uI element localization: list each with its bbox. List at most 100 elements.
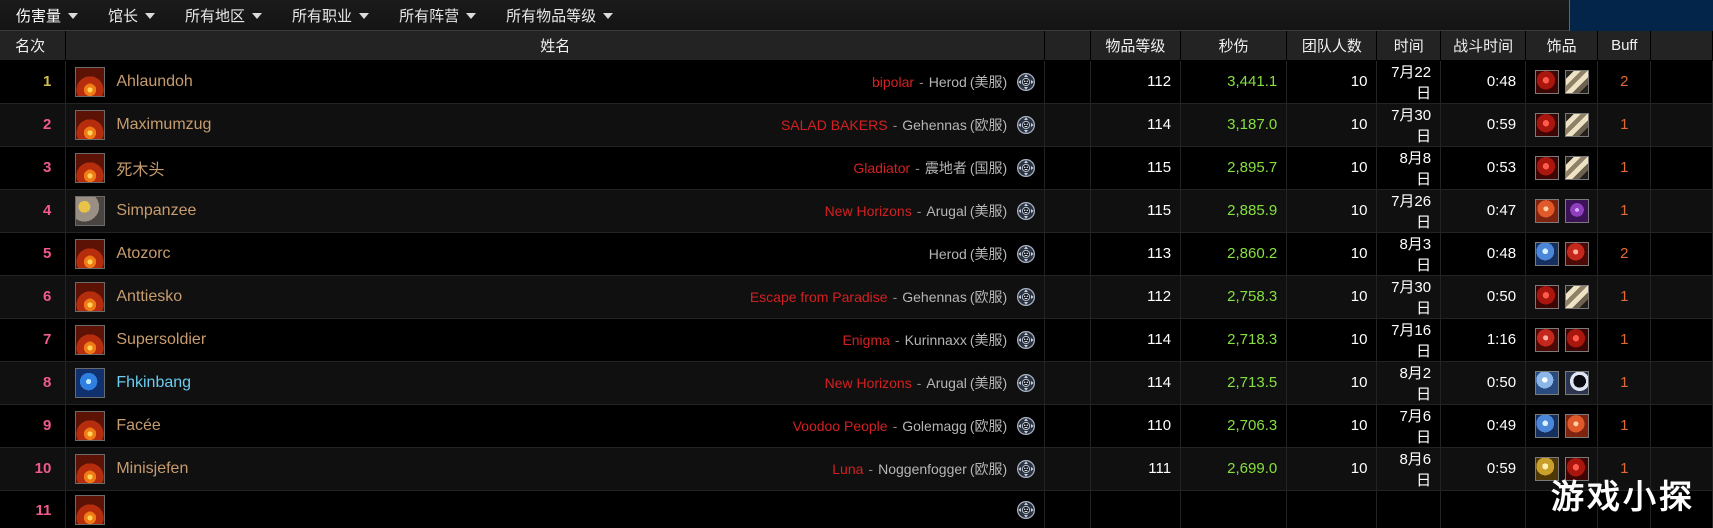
column-header-dps[interactable]: 秒伤 <box>1180 31 1288 61</box>
cell-dps: 3,441.1 <box>1180 60 1288 104</box>
table-row[interactable]: 4 Simpanzee New Horizons - Arugal (美服) 115 2,88… <box>0 189 1713 233</box>
trinket-bone-icon[interactable] <box>1564 69 1589 94</box>
column-header-trinkets[interactable]: 饰品 <box>1525 31 1599 61</box>
filter-region[interactable]: 所有地区 <box>169 0 276 31</box>
player-name-link[interactable]: Supersoldier <box>116 331 206 349</box>
trinket-red-heart-icon[interactable] <box>1534 284 1559 309</box>
buff-count: 1 <box>1620 460 1629 477</box>
wow-classic-icon <box>1017 115 1036 134</box>
realm-link[interactable]: Herod <box>929 74 967 90</box>
column-header-date[interactable]: 时间 <box>1376 31 1442 61</box>
trinket-red-heart-icon[interactable] <box>1534 112 1559 137</box>
trinket-red-heart-icon[interactable] <box>1564 456 1589 481</box>
trinket-red-heart-icon[interactable] <box>1564 327 1589 352</box>
trinket-bone-icon[interactable] <box>1564 284 1589 309</box>
guild-link[interactable]: New Horizons <box>825 375 912 391</box>
trinket-gold-icon[interactable] <box>1534 456 1559 481</box>
trinket-orange-gem-icon[interactable] <box>1564 413 1589 438</box>
trinket-purple-shell-icon[interactable] <box>1564 198 1589 223</box>
realm-link[interactable]: Arugal <box>926 203 966 219</box>
realm-link[interactable]: Herod <box>929 246 967 262</box>
cell-date: 7月30日 <box>1376 275 1442 319</box>
dps-value: 2,706.3 <box>1227 417 1278 434</box>
table-row[interactable]: 1 Ahlaundoh bipolar - Herod (美服) 112 3,441.1 10 7… <box>0 60 1713 104</box>
realm-link[interactable]: Gehennas <box>902 117 967 133</box>
warrior-fury-icon <box>75 324 106 355</box>
filter-ilvl[interactable]: 所有物品等级 <box>490 0 627 31</box>
column-header-raidsize[interactable]: 团队人数 <box>1286 31 1378 61</box>
guild-link[interactable]: Voodoo People <box>793 418 888 434</box>
guild-link[interactable]: SALAD BAKERS <box>781 117 888 133</box>
column-header-duration[interactable]: 战斗时间 <box>1440 31 1527 61</box>
trinket-red-heart-icon[interactable] <box>1534 69 1559 94</box>
wow-classic-icon <box>1017 287 1036 306</box>
player-name-link[interactable]: Anttiesko <box>116 288 182 306</box>
guild-link[interactable]: Luna <box>832 461 863 477</box>
rank-value: 4 <box>42 202 52 219</box>
column-header-ilvl[interactable]: 物品等级 <box>1090 31 1182 61</box>
column-header-rank[interactable]: 名次 <box>0 31 67 61</box>
dps-value: 3,441.1 <box>1227 73 1278 90</box>
trinket-red-gem-icon[interactable] <box>1564 241 1589 266</box>
realm-link[interactable]: Arugal <box>926 375 966 391</box>
chevron-down-icon <box>145 13 156 19</box>
table-row[interactable]: 11 <box>0 490 1713 528</box>
column-header-tail <box>1650 31 1713 61</box>
cell-rank: 11 <box>0 490 67 528</box>
trinket-orange-gem-icon[interactable] <box>1534 198 1559 223</box>
filter-class[interactable]: 所有职业 <box>276 0 383 31</box>
player-name-link[interactable]: Atozorc <box>116 245 170 263</box>
filter-boss[interactable]: 馆长 <box>92 0 169 31</box>
guild-link[interactable]: Escape from Paradise <box>750 289 888 305</box>
guild-realm-separator: - <box>916 202 922 219</box>
realm-link[interactable]: Golemagg <box>902 418 967 434</box>
filter-faction[interactable]: 所有阵营 <box>383 0 490 31</box>
player-name-link[interactable]: 死木头 <box>116 156 164 180</box>
trinket-moon-icon[interactable] <box>1564 370 1589 395</box>
cell-date <box>1376 490 1442 528</box>
realm-link[interactable]: Gehennas <box>902 289 967 305</box>
duration-value: 1:16 <box>1486 331 1517 348</box>
table-row[interactable]: 5 Atozorc Herod (美服) 113 2,860.2 10 8月3日 0:48 2 <box>0 232 1713 276</box>
filter-metric[interactable]: 伤害量 <box>0 0 92 31</box>
table-row[interactable]: 3 死木头 Gladiator - 震地者 (国服) 115 2,895.7 10 8月8日 0:5… <box>0 146 1713 190</box>
table-row[interactable]: 9 Facée Voodoo People - Golemagg (欧服) 110 2,706… <box>0 404 1713 448</box>
realm-link[interactable]: Kurinnaxx <box>905 332 967 348</box>
cell-duration: 0:48 <box>1440 232 1527 276</box>
guild-link[interactable]: Enigma <box>842 332 889 348</box>
chevron-down-icon <box>466 13 477 19</box>
cell-raidsize: 10 <box>1286 318 1378 362</box>
player-name-link[interactable]: Maximumzug <box>116 116 211 134</box>
guild-link[interactable]: New Horizons <box>825 203 912 219</box>
guild-link[interactable]: Gladiator <box>853 160 910 176</box>
dps-value: 3,187.0 <box>1227 116 1278 133</box>
table-row[interactable]: 6 Anttiesko Escape from Paradise - Gehennas(… <box>0 275 1713 319</box>
cell-tail <box>1650 146 1713 190</box>
table-row[interactable]: 10 Minisjefen Luna - Noggenfogger (欧服) 111 2,69… <box>0 447 1713 491</box>
column-header-buff[interactable]: Buff <box>1597 31 1652 61</box>
player-name-link[interactable]: Ahlaundoh <box>116 73 193 91</box>
player-name-link[interactable]: Minisjefen <box>116 460 188 478</box>
table-row[interactable]: 2 Maximumzug SALAD BAKERS - Gehennas (欧服) 114 3… <box>0 103 1713 147</box>
table-row[interactable]: 7 Supersoldier Enigma - Kurinnaxx (美服) 114 2,71… <box>0 318 1713 362</box>
guild-realm-separator: - <box>919 73 924 90</box>
dps-value: 2,895.7 <box>1227 159 1278 176</box>
table-row[interactable]: 8 Fhkinbang New Horizons - Arugal (美服) 114 2,71… <box>0 361 1713 405</box>
guild-link[interactable]: bipolar <box>872 74 914 90</box>
realm-link[interactable]: 震地者 <box>925 158 967 178</box>
trinket-bone-icon[interactable] <box>1564 112 1589 137</box>
trinket-blue-gem-icon[interactable] <box>1534 413 1559 438</box>
date-value: 8月2日 <box>1399 364 1432 403</box>
column-header-name[interactable]: 姓名 <box>65 31 1046 61</box>
trinket-blue-gem-icon[interactable] <box>1534 241 1559 266</box>
player-name-link[interactable]: Facée <box>116 417 160 435</box>
trinket-red-gem-icon[interactable] <box>1534 327 1559 352</box>
trinket-blue-orb-icon[interactable] <box>1534 370 1559 395</box>
cell-name: 死木头 Gladiator - 震地者 (国服) <box>65 146 1046 190</box>
cell-rank: 7 <box>0 318 67 362</box>
player-name-link[interactable]: Fhkinbang <box>116 374 191 392</box>
trinket-bone-icon[interactable] <box>1564 155 1589 180</box>
trinket-red-heart-icon[interactable] <box>1534 155 1559 180</box>
realm-link[interactable]: Noggenfogger <box>878 461 967 477</box>
player-name-link[interactable]: Simpanzee <box>116 202 196 220</box>
